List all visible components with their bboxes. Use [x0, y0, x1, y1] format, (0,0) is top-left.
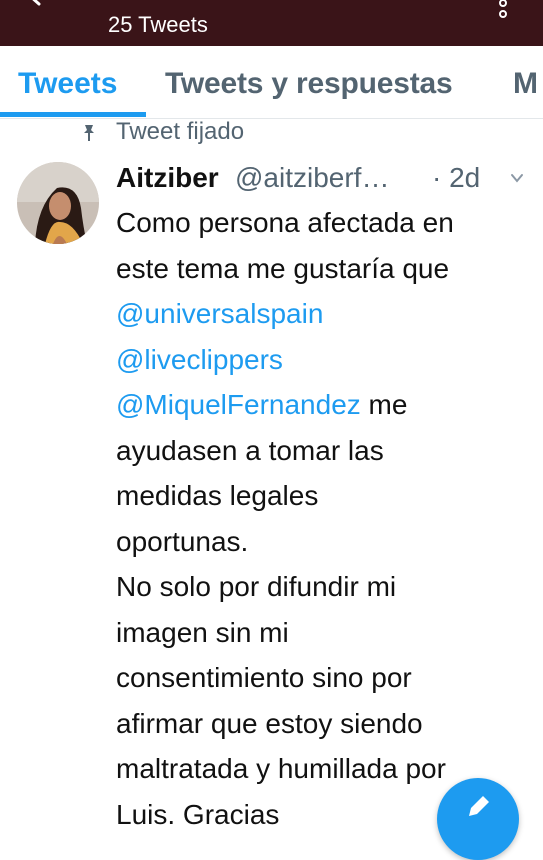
compose-tweet-button[interactable]	[437, 778, 519, 860]
pinned-label-text: Tweet fijado	[116, 118, 245, 145]
more-vertical-icon[interactable]	[496, 0, 510, 22]
pin-icon	[84, 125, 94, 141]
mention-link[interactable]: @universalspain	[116, 298, 323, 329]
tweet-count: 25 Tweets	[108, 12, 208, 37]
tweet-text: Como persona afectada en este tema me gu…	[116, 200, 536, 837]
tweet-line: ayudasen a tomar las	[116, 434, 384, 466]
display-name[interactable]: Aitziber	[116, 160, 219, 196]
tweet-line: imagen sin mi	[116, 616, 289, 648]
chevron-down-icon[interactable]	[510, 172, 524, 184]
profile-tabs: Tweets Tweets y respuestas M	[0, 46, 543, 119]
mention-link[interactable]: @MiquelFernandez	[116, 389, 361, 420]
mention-link[interactable]: @liveclippers	[116, 344, 283, 375]
tab-tweets-and-replies[interactable]: Tweets y respuestas	[165, 66, 453, 102]
tweet-line: No solo por difundir mi	[116, 571, 397, 602]
arrow-left-icon[interactable]	[26, 0, 60, 14]
tab-tweets[interactable]: Tweets	[18, 66, 117, 102]
tweet-line: oportunas.	[116, 525, 249, 557]
tweet-line: Como persona afectada en	[116, 207, 454, 238]
tab-selected-indicator	[0, 112, 146, 117]
tab-media[interactable]: M	[513, 66, 538, 102]
tweet-line: este tema me gustaría que	[116, 252, 450, 284]
tweet-line: consentimiento sino por	[116, 662, 412, 693]
tweet-line: medidas legales	[116, 480, 319, 511]
tweet-time: · 2d	[432, 162, 481, 193]
app-header: 25 Tweets	[0, 0, 543, 46]
user-handle[interactable]: @aitziberf…	[235, 160, 389, 196]
avatar-photo	[17, 162, 99, 244]
tweet-header: Aitziber @aitziberf… · 2d	[116, 160, 536, 196]
tweet-line: afirmar que estoy siendo	[116, 707, 423, 739]
avatar[interactable]	[17, 162, 99, 244]
compose-icon	[469, 796, 489, 816]
tweet-line-rest: me	[360, 389, 408, 420]
